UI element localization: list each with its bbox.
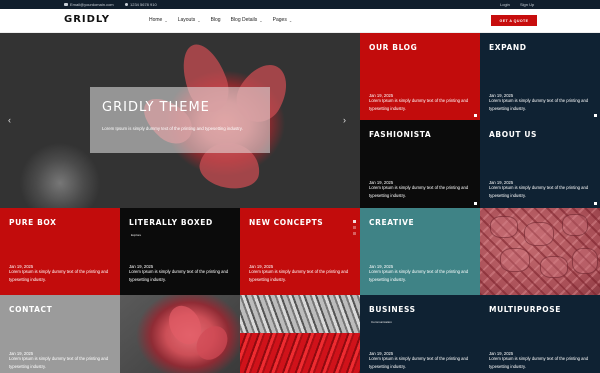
texture-scale <box>540 256 568 278</box>
indicator-dot[interactable] <box>353 220 356 223</box>
nav-item-layouts[interactable]: Layouts ⌄ <box>178 17 201 23</box>
tile-title: EXPAND <box>489 43 527 52</box>
tile-text: Lorem Ipsum is simply dummy text of the … <box>489 356 589 369</box>
tile-title: ABOUT US <box>489 130 538 139</box>
tile-title: PURE BOX <box>9 218 57 227</box>
tile-title: MULTIPURPOSE <box>489 305 561 314</box>
tile-text: Lorem Ipsum is simply dummy text of the … <box>129 269 229 282</box>
login-link[interactable]: Login <box>500 2 510 7</box>
expand-corner-icon[interactable] <box>594 114 597 117</box>
indicator-dot[interactable] <box>353 232 356 235</box>
hero-caption-card: GRIDLY THEME Lorem Ipsum is simply dummy… <box>90 87 270 153</box>
phone-icon <box>125 3 128 6</box>
slide-indicator <box>353 220 356 235</box>
tile-title: CREATIVE <box>369 218 415 227</box>
tile-new-concepts[interactable]: NEW CONCEPTS Jan 19, 2025 Lorem Ipsum is… <box>240 208 360 295</box>
tile-business[interactable]: BUSINESS Communication Jan 19, 2025 Lore… <box>360 295 480 373</box>
tile-creative[interactable]: CREATIVE Jan 19, 2025 Lorem Ipsum is sim… <box>360 208 480 295</box>
tile-title: OUR BLOG <box>369 43 418 52</box>
hero-title: GRIDLY THEME <box>102 100 210 115</box>
texture-scale <box>562 214 588 236</box>
nav-item-home[interactable]: Home ⌄ <box>149 17 168 23</box>
tile-text: Lorem Ipsum is simply dummy text of the … <box>369 356 469 369</box>
chevron-down-icon: ⌄ <box>164 17 168 23</box>
phone-text: 1234 5678 910 <box>130 2 157 7</box>
tile-our-blog[interactable]: OUR BLOG Jan 19, 2025 Lorem Ipsum is sim… <box>360 33 480 120</box>
chevron-right-icon[interactable]: › <box>343 115 346 125</box>
nav-label: Layouts <box>177 17 196 23</box>
expand-corner-icon[interactable] <box>594 202 597 205</box>
nav-label: Blog <box>210 17 221 23</box>
email-contact[interactable]: Email@yourdomain.com <box>64 2 114 7</box>
tile-about-us[interactable]: ABOUT US Jan 19, 2025 Lorem Ipsum is sim… <box>480 120 600 208</box>
nav-label: Blog Details <box>230 17 258 23</box>
top-bar: Email@yourdomain.com 1234 5678 910 Login… <box>0 0 600 9</box>
hero-slider: ‹ › GRIDLY THEME Lorem Ipsum is simply d… <box>0 33 360 208</box>
nav-item-blog[interactable]: Blog <box>211 17 221 23</box>
tile-title: BUSINESS <box>369 305 416 314</box>
email-text: Email@yourdomain.com <box>70 2 114 7</box>
tile-text: Lorem Ipsum is simply dummy text of the … <box>369 98 469 111</box>
tile-text: Lorem Ipsum is simply dummy text of the … <box>369 269 469 282</box>
image-tile-red-leather[interactable] <box>480 208 600 295</box>
tile-text: Lorem Ipsum is simply dummy text of the … <box>9 356 109 369</box>
red-objects <box>240 333 360 373</box>
login-label: Login <box>500 2 510 7</box>
hero-text: Lorem Ipsum is simply dummy text of the … <box>102 126 243 131</box>
expand-corner-icon[interactable] <box>474 202 477 205</box>
get-a-quote-button[interactable]: GET A QUOTE <box>491 15 537 26</box>
texture-scale <box>500 248 530 272</box>
tile-title: NEW CONCEPTS <box>249 218 324 227</box>
tile-text: Lorem Ipsum is simply dummy text of the … <box>369 185 469 198</box>
image-tile-crowd[interactable] <box>240 295 360 373</box>
nav-label: Pages <box>272 17 287 23</box>
tile-title: FASHIONISTA <box>369 130 432 139</box>
indicator-dot[interactable] <box>353 226 356 229</box>
tile-text: Lorem Ipsum is simply dummy text of the … <box>489 98 589 111</box>
tile-subtitle: Communication <box>371 320 392 324</box>
tile-text: Lorem Ipsum is simply dummy text of the … <box>489 185 589 198</box>
signup-label: Sign Up <box>520 2 535 7</box>
tile-literally-boxed[interactable]: LITERALLY BOXED Explore Jan 19, 2025 Lor… <box>120 208 240 295</box>
tile-fashionista[interactable]: FASHIONISTA Jan 19, 2025 Lorem Ipsum is … <box>360 120 480 208</box>
tile-multipurpose[interactable]: MULTIPURPOSE Jan 19, 2025 Lorem Ipsum is… <box>480 295 600 373</box>
nav-item-pages[interactable]: Pages ⌄ <box>273 17 293 23</box>
signup-link[interactable]: Sign Up <box>520 2 534 7</box>
site-logo[interactable]: GRIDLY <box>64 14 110 25</box>
tile-pure-box[interactable]: PURE BOX Jan 19, 2025 Lorem Ipsum is sim… <box>0 208 120 295</box>
expand-corner-icon[interactable] <box>474 114 477 117</box>
tile-contact[interactable]: CONTACT Jan 19, 2025 Lorem Ipsum is simp… <box>0 295 120 373</box>
nav-item-blog-details[interactable]: Blog Details ⌄ <box>231 17 263 23</box>
chevron-left-icon[interactable]: ‹ <box>8 115 11 125</box>
chevron-down-icon: ⌄ <box>259 17 263 23</box>
nav-label: Home <box>149 17 163 23</box>
envelope-icon <box>64 3 68 6</box>
texture-scale <box>524 222 554 246</box>
image-tile-flower[interactable] <box>120 295 240 373</box>
main-nav: Home ⌄ Layouts ⌄ Blog Blog Details ⌄ Pag… <box>149 17 302 23</box>
chevron-down-icon: ⌄ <box>288 17 293 23</box>
texture-scale <box>572 248 598 274</box>
tile-title: CONTACT <box>9 305 53 314</box>
main-navbar: GRIDLY Home ⌄ Layouts ⌄ Blog Blog Detail… <box>0 9 600 33</box>
texture-scale <box>490 216 518 238</box>
tile-subtitle: Explore <box>131 233 142 237</box>
chevron-down-icon: ⌄ <box>197 17 201 23</box>
tile-text: Lorem Ipsum is simply dummy text of the … <box>9 269 109 282</box>
tile-text: Lorem Ipsum is simply dummy text of the … <box>249 269 349 282</box>
tile-expand[interactable]: EXPAND Jan 19, 2025 Lorem Ipsum is simpl… <box>480 33 600 120</box>
tile-title: LITERALLY BOXED <box>129 218 213 227</box>
phone-contact[interactable]: 1234 5678 910 <box>125 2 157 7</box>
